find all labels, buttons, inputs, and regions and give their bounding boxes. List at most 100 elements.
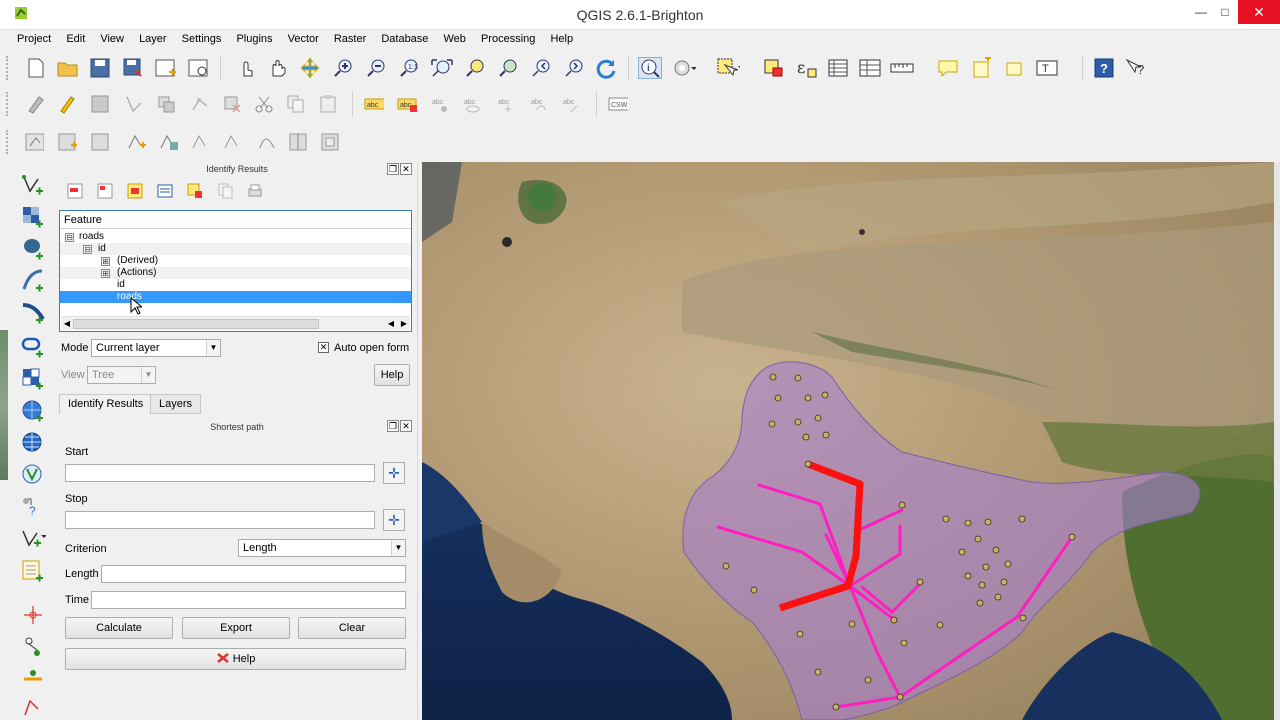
expression-select-icon[interactable]: ε bbox=[794, 57, 818, 79]
help-contents-icon[interactable]: ? bbox=[1092, 57, 1116, 79]
select-icon[interactable] bbox=[716, 57, 740, 79]
print-icon[interactable] bbox=[246, 182, 264, 200]
satellite-basemap[interactable] bbox=[422, 162, 1274, 720]
float-panel-button[interactable]: ❐ bbox=[387, 163, 399, 175]
node-tool-small-icon[interactable] bbox=[190, 94, 210, 114]
tree-header-feature[interactable]: Feature bbox=[60, 211, 411, 229]
georeferencer-icon[interactable] bbox=[20, 634, 46, 660]
add-spatialite-icon[interactable] bbox=[20, 268, 46, 294]
add-part-icon[interactable] bbox=[90, 132, 110, 152]
toolbar-grip[interactable] bbox=[6, 92, 10, 116]
pin-labels-icon[interactable]: abc bbox=[430, 94, 450, 114]
delete-part-icon[interactable] bbox=[222, 132, 242, 152]
csw-icon[interactable]: CSW bbox=[608, 94, 628, 114]
move-label-icon[interactable]: abc bbox=[496, 94, 516, 114]
statistics-icon[interactable] bbox=[858, 57, 882, 79]
open-form-icon[interactable] bbox=[156, 182, 174, 200]
node-tool-icon[interactable] bbox=[20, 694, 46, 720]
add-feature-icon[interactable] bbox=[124, 94, 144, 114]
copy-feature-icon[interactable] bbox=[216, 182, 234, 200]
refresh-icon[interactable] bbox=[594, 57, 618, 79]
copy-features-icon[interactable] bbox=[286, 94, 306, 114]
menu-layer[interactable]: Layer bbox=[139, 30, 167, 45]
show-hide-labels-icon[interactable]: abc bbox=[462, 94, 482, 114]
reshape-features-icon[interactable] bbox=[256, 132, 276, 152]
shortest-path-help-button[interactable]: Help bbox=[65, 648, 406, 670]
save-layer-edits-icon[interactable] bbox=[90, 94, 110, 114]
zoom-last-icon[interactable] bbox=[529, 57, 553, 79]
pan-icon[interactable] bbox=[266, 57, 290, 79]
digitize-icon[interactable] bbox=[20, 664, 46, 690]
stop-input[interactable] bbox=[65, 511, 375, 529]
add-vector-layer-icon[interactable] bbox=[20, 172, 46, 198]
menu-database[interactable]: Database bbox=[381, 30, 428, 45]
pan-to-selection-icon[interactable] bbox=[298, 57, 322, 79]
cut-features-icon[interactable] bbox=[254, 94, 274, 114]
add-mssql-icon[interactable] bbox=[20, 300, 46, 326]
start-input[interactable] bbox=[65, 464, 375, 482]
identify-results-tree[interactable]: Feature ⊟ roads ⊟ id ⊞ (Derived) ⊞ (Acti… bbox=[59, 210, 412, 332]
pick-stop-point-button[interactable]: ✛ bbox=[383, 509, 405, 531]
save-as-icon[interactable] bbox=[121, 57, 145, 79]
label-highlight-icon[interactable]: abc bbox=[397, 94, 417, 114]
zoom-to-selection-icon[interactable] bbox=[463, 57, 487, 79]
calculate-button[interactable]: Calculate bbox=[65, 617, 173, 639]
save-project-icon[interactable] bbox=[88, 57, 112, 79]
close-panel-button[interactable]: ✕ bbox=[400, 163, 412, 175]
view-select[interactable]: Tree ▼ bbox=[87, 366, 156, 384]
add-layer-from-csv-icon[interactable] bbox=[20, 558, 46, 584]
attribute-table-icon[interactable] bbox=[826, 57, 850, 79]
menu-settings[interactable]: Settings bbox=[182, 30, 222, 45]
menu-vector[interactable]: Vector bbox=[288, 30, 319, 45]
split-features-icon[interactable] bbox=[288, 132, 308, 152]
identify-icon[interactable]: i bbox=[638, 57, 662, 79]
clear-results-icon[interactable] bbox=[186, 182, 204, 200]
tree-row-attribute-roads[interactable]: roads bbox=[60, 291, 411, 303]
collapse-icon[interactable]: ⊟ bbox=[83, 245, 92, 254]
menu-view[interactable]: View bbox=[100, 30, 124, 45]
menu-web[interactable]: Web bbox=[443, 30, 465, 45]
add-wms-icon[interactable] bbox=[20, 366, 46, 392]
delete-selected-icon[interactable] bbox=[222, 94, 242, 114]
map-tips-icon[interactable] bbox=[936, 57, 960, 79]
close-panel-button[interactable]: ✕ bbox=[400, 420, 412, 432]
close-button[interactable]: ✕ bbox=[1238, 0, 1280, 24]
expand-tree-icon[interactable] bbox=[66, 182, 84, 200]
touch-zoom-icon[interactable] bbox=[234, 57, 258, 79]
add-postgis-icon[interactable] bbox=[20, 236, 46, 262]
whats-this-icon[interactable]: ? bbox=[1124, 57, 1148, 79]
new-bookmark-icon[interactable] bbox=[970, 57, 994, 79]
scroll-left-end-icon[interactable]: ◀ bbox=[386, 319, 396, 329]
scroll-thumb[interactable] bbox=[73, 319, 319, 329]
composer-manager-icon[interactable] bbox=[187, 57, 211, 79]
add-delimited-text-icon[interactable] bbox=[20, 462, 46, 488]
maximize-button[interactable]: □ bbox=[1210, 0, 1240, 24]
tab-identify-results[interactable]: Identify Results bbox=[59, 394, 153, 414]
measure-icon[interactable] bbox=[890, 57, 914, 79]
clear-button[interactable]: Clear bbox=[298, 617, 406, 639]
tab-layers[interactable]: Layers bbox=[150, 394, 202, 414]
add-ring-icon[interactable] bbox=[57, 132, 77, 152]
time-output[interactable] bbox=[91, 591, 406, 609]
add-raster-layer-icon[interactable] bbox=[20, 204, 46, 230]
collapse-tree-icon[interactable] bbox=[96, 182, 114, 200]
tree-row-attribute-id[interactable]: id bbox=[60, 279, 411, 291]
move-feature-icon[interactable] bbox=[156, 94, 176, 114]
show-bookmarks-icon[interactable] bbox=[1003, 57, 1027, 79]
zoom-out-icon[interactable] bbox=[364, 57, 388, 79]
map-canvas[interactable] bbox=[422, 162, 1274, 720]
identify-help-button[interactable]: Help bbox=[374, 364, 410, 386]
toolbar-grip[interactable] bbox=[6, 130, 10, 154]
zoom-next-icon[interactable] bbox=[562, 57, 586, 79]
zoom-full-icon[interactable] bbox=[430, 57, 454, 79]
tree-row-derived[interactable]: ⊞ (Derived) bbox=[60, 255, 411, 267]
simplify-feature-icon[interactable] bbox=[158, 132, 178, 152]
zoom-to-layer-icon[interactable] bbox=[496, 57, 520, 79]
pick-start-point-button[interactable]: ✛ bbox=[383, 462, 405, 484]
new-project-icon[interactable] bbox=[24, 57, 48, 79]
auto-open-form-checkbox[interactable]: ✕ bbox=[318, 342, 329, 353]
scroll-left-icon[interactable]: ◀ bbox=[62, 319, 72, 329]
length-output[interactable] bbox=[101, 565, 406, 583]
toggle-editing-icon[interactable] bbox=[58, 94, 78, 114]
current-edits-icon[interactable] bbox=[26, 94, 46, 114]
